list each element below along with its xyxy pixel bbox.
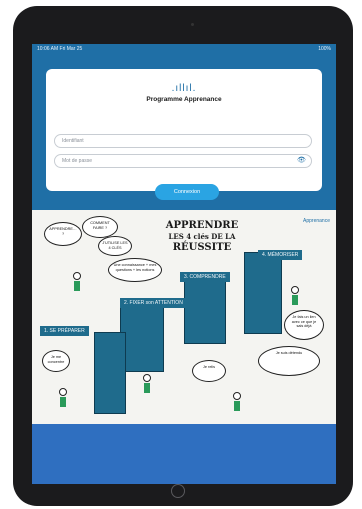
logo-icon: .ıllıl. [171,83,197,94]
status-bar: 10:06 AM Fri Mar 25 100% [32,44,336,54]
poster-image: APPRENDRE LES 4 clés DE LA RÉUSSITE Appr… [32,210,336,424]
step-label-2: 2. FIXER son ATTENTION [120,298,187,308]
app-screen: 10:06 AM Fri Mar 25 100% .ıllıl. Program… [32,44,336,484]
bubble-detendu: Je suis détendu [258,346,320,376]
status-battery: 100% [318,46,331,52]
bubble-lien: Je fais un lien avec ce que je sais déjà [284,310,324,340]
identifier-placeholder: Identifiant [62,138,84,144]
login-button[interactable]: Connexion [155,184,219,200]
poster-title: APPRENDRE LES 4 clés DE LA RÉUSSITE [165,220,239,253]
password-placeholder: Mot de passe [62,158,93,164]
home-button[interactable] [171,484,185,498]
partner-logo: Apprenance [303,218,330,224]
login-card: .ıllıl. Programme Apprenance Identifiant… [46,69,322,191]
figure-student [232,392,242,414]
tablet-frame: 10:06 AM Fri Mar 25 100% .ıllıl. Program… [13,6,353,506]
figure-student [72,272,82,294]
bubble-concentre: Je me concentre [42,350,70,372]
panel-preparer [94,332,126,414]
bottom-band [32,424,336,484]
panel-memoriser [244,252,282,334]
panel-comprendre [184,276,226,344]
bubble-apprendre: APPRENDRE… ? [44,222,82,246]
step-label-3: 3. COMPRENDRE [180,272,230,282]
eye-icon[interactable]: 👁 [297,157,306,165]
password-input[interactable]: Mot de passe 👁 [54,154,312,168]
figure-student [290,286,300,308]
panel-attention [120,300,164,372]
identifier-input[interactable]: Identifiant [54,134,312,148]
camera-dot [191,23,194,26]
app-title: Programme Apprenance [146,96,222,103]
bubble-comment: COMMENT FAIRE ? [82,216,118,238]
bubble-relis: Je relis [192,360,226,382]
step-label-1: 1. SE PRÉPARER [40,326,89,336]
step-label-4: 4. MÉMORISER [258,250,303,260]
bubble-notions: Une connaissance + mes questions + les n… [108,258,162,282]
figure-student [142,374,152,396]
status-time: 10:06 AM Fri Mar 25 [37,46,83,52]
figure-student [58,388,68,410]
bubble-cles: J'UTILISE LES 4 CLÉS [98,236,132,256]
